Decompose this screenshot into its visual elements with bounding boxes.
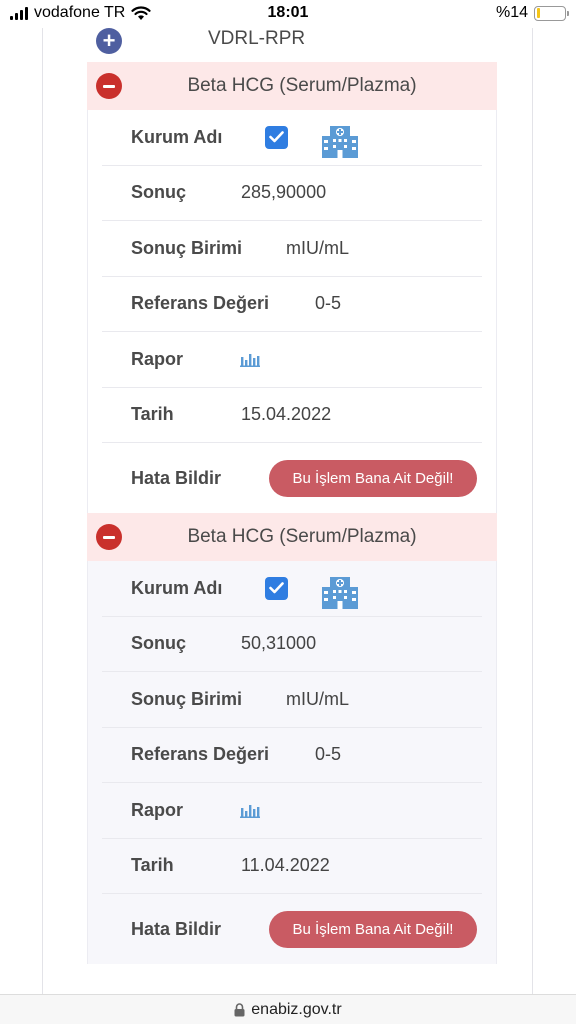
row-referans: Referans Değeri 0-5	[102, 277, 482, 332]
label-kurum: Kurum Adı	[131, 577, 223, 598]
row-rapor: Rapor	[102, 783, 482, 839]
lock-icon	[234, 1002, 245, 1016]
section-title: Beta HCG (Serum/Plazma)	[187, 526, 417, 547]
row-sonuc: Sonuç 285,90000	[102, 166, 482, 221]
bar-chart-icon[interactable]	[240, 802, 260, 819]
value-tarih: 15.04.2022	[241, 404, 332, 425]
label-birim: Sonuç Birimi	[131, 237, 243, 258]
status-bar: vodafone TR 18:01 %14	[0, 0, 576, 28]
kurum-checkbox[interactable]	[265, 125, 288, 149]
label-tarih: Tarih	[131, 855, 174, 876]
label-tarih: Tarih	[131, 404, 174, 425]
report-error-button[interactable]: Bu İşlem Bana Ait Değil!	[269, 459, 477, 497]
label-hata: Hata Bildir	[131, 467, 222, 488]
hospital-icon[interactable]	[321, 573, 359, 609]
label-referans: Referans Değeri	[131, 293, 270, 314]
section-beta-hcg-1[interactable]: Beta HCG (Serum/Plazma)	[87, 62, 497, 110]
row-kurum: Kurum Adı	[102, 110, 482, 166]
label-sonuc: Sonuç	[131, 182, 187, 203]
label-sonuc: Sonuç	[131, 633, 187, 654]
row-referans: Referans Değeri 0-5	[102, 728, 482, 783]
label-kurum: Kurum Adı	[131, 126, 223, 147]
battery-percent: %14	[495, 4, 528, 21]
status-right: %14	[495, 4, 569, 22]
label-birim: Sonuç Birimi	[131, 688, 243, 709]
section-title: Beta HCG (Serum/Plazma)	[187, 75, 417, 96]
battery-fill	[536, 8, 541, 18]
row-sonuc: Sonuç 50,31000	[102, 617, 482, 672]
label-rapor: Rapor	[131, 799, 184, 820]
frame-line-right	[532, 28, 533, 994]
collapse-icon[interactable]	[96, 73, 122, 99]
bar-chart-icon[interactable]	[240, 351, 260, 368]
row-kurum: Kurum Adı	[102, 561, 482, 617]
result-detail-2: Kurum Adı Sonuç 50,31000 Sonuç Birimi mI…	[87, 561, 497, 964]
label-hata: Hata Bildir	[131, 918, 222, 939]
battery-icon	[534, 5, 569, 21]
value-tarih: 11.04.2022	[241, 855, 330, 876]
address-bar[interactable]: enabiz.gov.tr	[0, 994, 576, 1024]
value-referans: 0-5	[315, 744, 342, 765]
label-rapor: Rapor	[131, 348, 184, 369]
kurum-checkbox[interactable]	[265, 576, 288, 600]
result-detail-1: Kurum Adı Sonuç 285,90000 Sonuç Birimi m…	[87, 110, 497, 513]
label-referans: Referans Değeri	[131, 744, 270, 765]
hospital-icon[interactable]	[321, 122, 359, 158]
value-birim: mIU/mL	[286, 688, 349, 709]
row-hata: Hata Bildir Bu İşlem Bana Ait Değil!	[102, 894, 482, 964]
section-vdrl-rpr[interactable]: + VDRL-RPR	[87, 28, 497, 62]
clock: 18:01	[267, 4, 309, 21]
collapse-icon[interactable]	[96, 524, 122, 550]
frame-line-left	[42, 28, 43, 994]
row-tarih: Tarih 15.04.2022	[102, 388, 482, 443]
row-hata: Hata Bildir Bu İşlem Bana Ait Değil!	[102, 443, 482, 513]
url-text: enabiz.gov.tr	[251, 1000, 342, 1018]
expand-icon[interactable]: +	[96, 28, 122, 54]
row-rapor: Rapor	[102, 332, 482, 388]
row-birim: Sonuç Birimi mIU/mL	[102, 672, 482, 728]
lab-results-list: + VDRL-RPR Beta HCG (Serum/Plazma) Kurum…	[87, 28, 497, 964]
row-birim: Sonuç Birimi mIU/mL	[102, 221, 482, 277]
section-title: VDRL-RPR	[208, 28, 306, 49]
value-referans: 0-5	[315, 293, 342, 314]
value-sonuc: 50,31000	[241, 633, 317, 654]
section-beta-hcg-2[interactable]: Beta HCG (Serum/Plazma)	[87, 513, 497, 561]
report-error-button[interactable]: Bu İşlem Bana Ait Değil!	[269, 910, 477, 948]
row-tarih: Tarih 11.04.2022	[102, 839, 482, 894]
value-sonuc: 285,90000	[241, 182, 327, 203]
value-birim: mIU/mL	[286, 237, 349, 258]
